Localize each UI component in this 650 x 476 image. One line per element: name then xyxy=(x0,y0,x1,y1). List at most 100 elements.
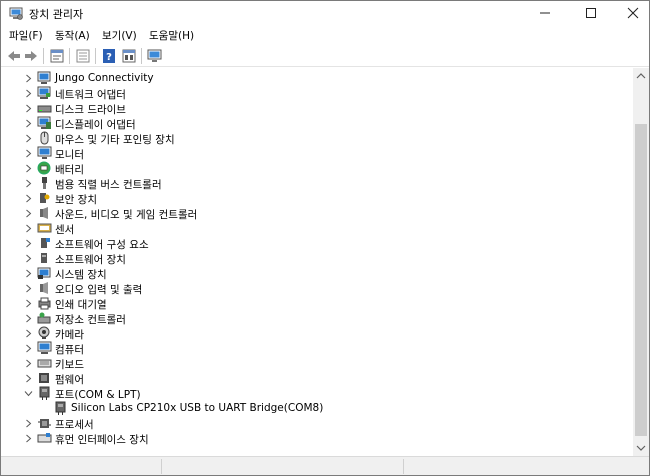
display-adapter-icon xyxy=(37,116,51,129)
forward-arrow-icon[interactable] xyxy=(23,48,39,64)
sensor-icon xyxy=(37,223,52,233)
tree-item-label: 배터리 xyxy=(55,164,84,176)
device-manager-app-icon xyxy=(9,7,23,20)
tree-category-item[interactable]: 포트(COM & LPT) xyxy=(3,386,633,401)
chevron-right-icon[interactable] xyxy=(24,164,33,173)
chevron-right-icon[interactable] xyxy=(24,104,33,113)
tree-item-label: 인쇄 대기열 xyxy=(55,299,107,311)
chevron-right-icon[interactable] xyxy=(24,254,33,263)
chevron-right-icon[interactable] xyxy=(24,434,33,443)
software-device-icon xyxy=(41,253,47,263)
tree-category-item[interactable]: 센서 xyxy=(3,221,633,236)
tree-category-item[interactable]: 네트워크 어댑터 xyxy=(3,86,633,101)
tree-item-label: 휴먼 인터페이스 장치 xyxy=(55,434,149,446)
tree-category-item[interactable]: 키보드 xyxy=(3,356,633,371)
tree-category-item[interactable]: 사운드, 비디오 및 게임 컨트롤러 xyxy=(3,206,633,221)
tree-category-item[interactable]: 디스크 드라이브 xyxy=(3,101,633,116)
chevron-right-icon[interactable] xyxy=(24,419,33,428)
tree-category-item[interactable]: 디스플레이 어댑터 xyxy=(3,116,633,131)
tree-item-label: 컴퓨터 xyxy=(55,344,84,356)
chevron-right-icon[interactable] xyxy=(24,209,33,218)
device-tree[interactable]: Jungo Connectivity 네트워크 어댑터디스크 드라이브디스플레이 … xyxy=(3,68,633,456)
tree-item-label: 펌웨어 xyxy=(55,374,84,386)
properties-icon[interactable] xyxy=(49,48,65,64)
chevron-right-icon[interactable] xyxy=(24,74,33,83)
maximize-button[interactable] xyxy=(569,1,613,25)
minimize-button[interactable] xyxy=(523,1,567,25)
chevron-right-icon[interactable] xyxy=(24,284,33,293)
chevron-right-icon[interactable] xyxy=(24,134,33,143)
tree-category-item[interactable]: 인쇄 대기열 xyxy=(3,296,633,311)
tree-category-item[interactable]: 프로세서 xyxy=(3,416,633,431)
tree-category-item[interactable]: 카메라 xyxy=(3,326,633,341)
camera-icon xyxy=(38,326,50,339)
chevron-right-icon[interactable] xyxy=(24,119,33,128)
chevron-right-icon[interactable] xyxy=(24,239,33,248)
tree-item-label: 키보드 xyxy=(55,359,84,371)
tree-category-item[interactable]: 휴먼 인터페이스 장치 xyxy=(3,431,633,446)
tree-item-label: 센서 xyxy=(55,224,75,236)
minimize-icon xyxy=(540,12,550,14)
tree-item-label: 보안 장치 xyxy=(55,194,97,206)
software-component-icon xyxy=(41,238,50,248)
chevron-right-icon[interactable] xyxy=(24,269,33,278)
device-manager-window: 장치 관리자 파일(F) 동작(A) 보기(V) 도움말(H) ? Jungo … xyxy=(0,0,650,476)
back-arrow-icon[interactable] xyxy=(6,48,22,64)
scroll-thumb[interactable] xyxy=(635,124,647,436)
tree-category-item[interactable]: 소프트웨어 구성 요소 xyxy=(3,236,633,251)
menu-help[interactable]: 도움말(H) xyxy=(149,28,194,43)
audio-icon xyxy=(40,282,48,294)
tree-category-item[interactable]: 소프트웨어 장치 xyxy=(3,251,633,266)
tree-category-item[interactable]: 보안 장치 xyxy=(3,191,633,206)
tree-child-item[interactable]: Silicon Labs CP210x USB to UART Bridge(C… xyxy=(3,401,633,416)
toolbar-separator xyxy=(43,48,44,64)
help-icon[interactable]: ? xyxy=(101,48,117,64)
chevron-right-icon[interactable] xyxy=(24,359,33,368)
tree-category-item[interactable]: 배터리 xyxy=(3,161,633,176)
vertical-scrollbar[interactable] xyxy=(633,68,649,456)
tree-category-item[interactable]: 저장소 컨트롤러 xyxy=(3,311,633,326)
chevron-right-icon[interactable] xyxy=(24,149,33,158)
chevron-right-icon[interactable] xyxy=(24,299,33,308)
tree-category-item[interactable]: 범용 직렬 버스 컨트롤러 xyxy=(3,176,633,191)
chevron-right-icon[interactable] xyxy=(24,194,33,203)
tree-category-item[interactable]: 모니터 xyxy=(3,146,633,161)
chevron-up-icon xyxy=(636,73,646,79)
tree-item-label: 디스크 드라이브 xyxy=(55,104,126,116)
menu-action[interactable]: 동작(A) xyxy=(55,28,90,43)
network-adapter-icon xyxy=(37,86,51,99)
title-bar: 장치 관리자 xyxy=(1,1,649,25)
chevron-right-icon[interactable] xyxy=(24,314,33,323)
scroll-up-button[interactable] xyxy=(633,68,649,84)
chevron-down-icon[interactable] xyxy=(24,389,33,398)
tree-category-item[interactable]: 컴퓨터 xyxy=(3,341,633,356)
chevron-right-icon[interactable] xyxy=(24,224,33,233)
chevron-right-icon[interactable] xyxy=(24,89,33,98)
monitor-network-icon xyxy=(37,71,51,84)
tree-item-label: 디스플레이 어댑터 xyxy=(55,119,136,131)
menu-view[interactable]: 보기(V) xyxy=(102,28,137,43)
tree-item-label: Jungo Connectivity xyxy=(55,72,154,84)
chevron-right-icon[interactable] xyxy=(24,329,33,338)
tree-category-item[interactable]: 마우스 및 기타 포인팅 장치 xyxy=(3,131,633,146)
printer-icon xyxy=(38,297,51,310)
scroll-down-button[interactable] xyxy=(633,440,649,456)
svg-text:?: ? xyxy=(106,52,112,63)
disk-drive-icon xyxy=(37,105,52,113)
chevron-right-icon[interactable] xyxy=(24,344,33,353)
update-driver-icon[interactable] xyxy=(121,48,137,64)
chevron-right-icon[interactable] xyxy=(24,374,33,383)
tree-category-item[interactable]: Jungo Connectivity xyxy=(3,71,633,86)
tree-category-item[interactable]: 펌웨어 xyxy=(3,371,633,386)
monitor-icon xyxy=(37,146,52,159)
show-hidden-icon[interactable] xyxy=(75,48,91,64)
menu-file[interactable]: 파일(F) xyxy=(9,28,43,43)
tree-category-item[interactable]: 오디오 입력 및 출력 xyxy=(3,281,633,296)
storage-controller-icon xyxy=(37,312,51,324)
tree-category-item[interactable]: 시스템 장치 xyxy=(3,266,633,281)
scan-hardware-icon[interactable] xyxy=(147,48,163,64)
tree-item-label: 오디오 입력 및 출력 xyxy=(55,284,143,296)
close-button[interactable] xyxy=(611,1,650,25)
chevron-right-icon[interactable] xyxy=(24,179,33,188)
tree-item-label: 카메라 xyxy=(55,329,84,341)
